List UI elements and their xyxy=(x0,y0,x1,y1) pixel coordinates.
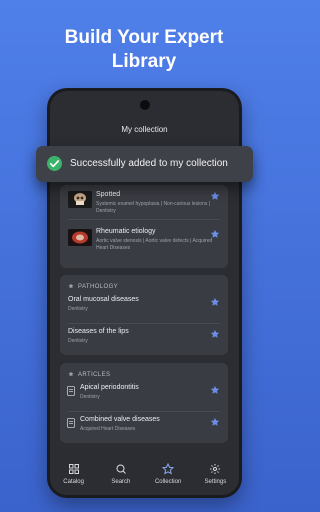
item-subtitle: Dentistry xyxy=(68,306,88,312)
toast-message: Successfully added to my collection xyxy=(70,158,228,169)
document-icon xyxy=(67,418,75,428)
headline: Build Your Expert Library xyxy=(0,26,288,74)
item-subtitle: Acquired Heart Diseases xyxy=(80,426,136,432)
checkmark-icon xyxy=(47,156,62,171)
camera-notch xyxy=(139,100,150,110)
list-item[interactable]: Diseases of the lips Dentistry xyxy=(60,324,228,354)
articles-card: ARTICLES Apical periodontitis Dentistry … xyxy=(60,363,228,443)
search-icon xyxy=(116,464,126,474)
item-title: Combined valve diseases xyxy=(80,416,160,423)
tab-label: Settings xyxy=(204,479,227,485)
item-subtitle: Dentistry xyxy=(80,394,100,400)
item-subtitle: Dentistry xyxy=(68,338,88,344)
tab-catalog[interactable]: Catalog xyxy=(50,455,97,495)
item-title: Diseases of the lips xyxy=(68,328,129,335)
list-item[interactable]: Rheumatic etiology Aortic valve stenosis… xyxy=(60,223,228,263)
grid-icon xyxy=(68,464,79,474)
tab-label: Search xyxy=(111,479,131,485)
skull-thumbnail-image xyxy=(68,191,92,208)
section-title-pathology: PATHOLOGY xyxy=(60,275,228,293)
star-outline-icon xyxy=(162,463,175,475)
success-toast: Successfully added to my collection xyxy=(36,146,253,182)
gear-icon xyxy=(210,464,221,474)
item-title: Rheumatic etiology xyxy=(96,228,156,235)
item-title: Apical periodontitis xyxy=(80,384,139,391)
section-title-text: PATHOLOGY xyxy=(78,284,119,290)
section-title-articles: ARTICLES xyxy=(60,363,228,381)
tab-settings[interactable]: Settings xyxy=(192,455,239,495)
item-subtitle: Aortic valve stenosis | Aortic valve def… xyxy=(96,238,213,251)
tab-label: Collection xyxy=(154,479,182,485)
heart-valve-thumbnail-image xyxy=(68,229,92,246)
list-item[interactable]: Oral mucosal diseases Dentistry xyxy=(60,293,228,323)
list-item[interactable]: Combined valve diseases Acquired Heart D… xyxy=(60,412,228,442)
list-item[interactable]: Apical periodontitis Dentistry xyxy=(60,381,228,411)
star-icon xyxy=(68,371,74,377)
item-title: Oral mucosal diseases xyxy=(68,296,139,303)
section-title-text: ARTICLES xyxy=(78,372,111,378)
tab-collection[interactable]: Collection xyxy=(145,455,192,495)
item-subtitle: Systemic enamel hypoplasia | Non-carious… xyxy=(96,201,211,214)
recent-items-card: Spotted Systemic enamel hypoplasia | Non… xyxy=(60,185,228,268)
divider xyxy=(68,219,220,220)
screen-title: My collection xyxy=(121,125,168,134)
tab-search[interactable]: Search xyxy=(97,455,144,495)
favorite-star-icon[interactable] xyxy=(210,329,220,339)
item-title: Spotted xyxy=(96,191,121,198)
favorite-star-icon[interactable] xyxy=(210,385,220,395)
bottom-tab-bar: Catalog Search Collection Settings xyxy=(50,455,239,495)
favorite-star-icon[interactable] xyxy=(210,229,220,239)
favorite-star-icon[interactable] xyxy=(210,417,220,427)
favorite-star-icon[interactable] xyxy=(210,191,220,201)
document-icon xyxy=(67,386,75,396)
favorite-star-icon[interactable] xyxy=(210,297,220,307)
headline-line-1: Build Your Expert xyxy=(64,27,224,48)
headline-line-2: Library xyxy=(111,51,177,72)
star-icon xyxy=(68,283,74,289)
tab-label: Catalog xyxy=(63,479,84,485)
pathology-card: PATHOLOGY Oral mucosal diseases Dentistr… xyxy=(60,275,228,355)
